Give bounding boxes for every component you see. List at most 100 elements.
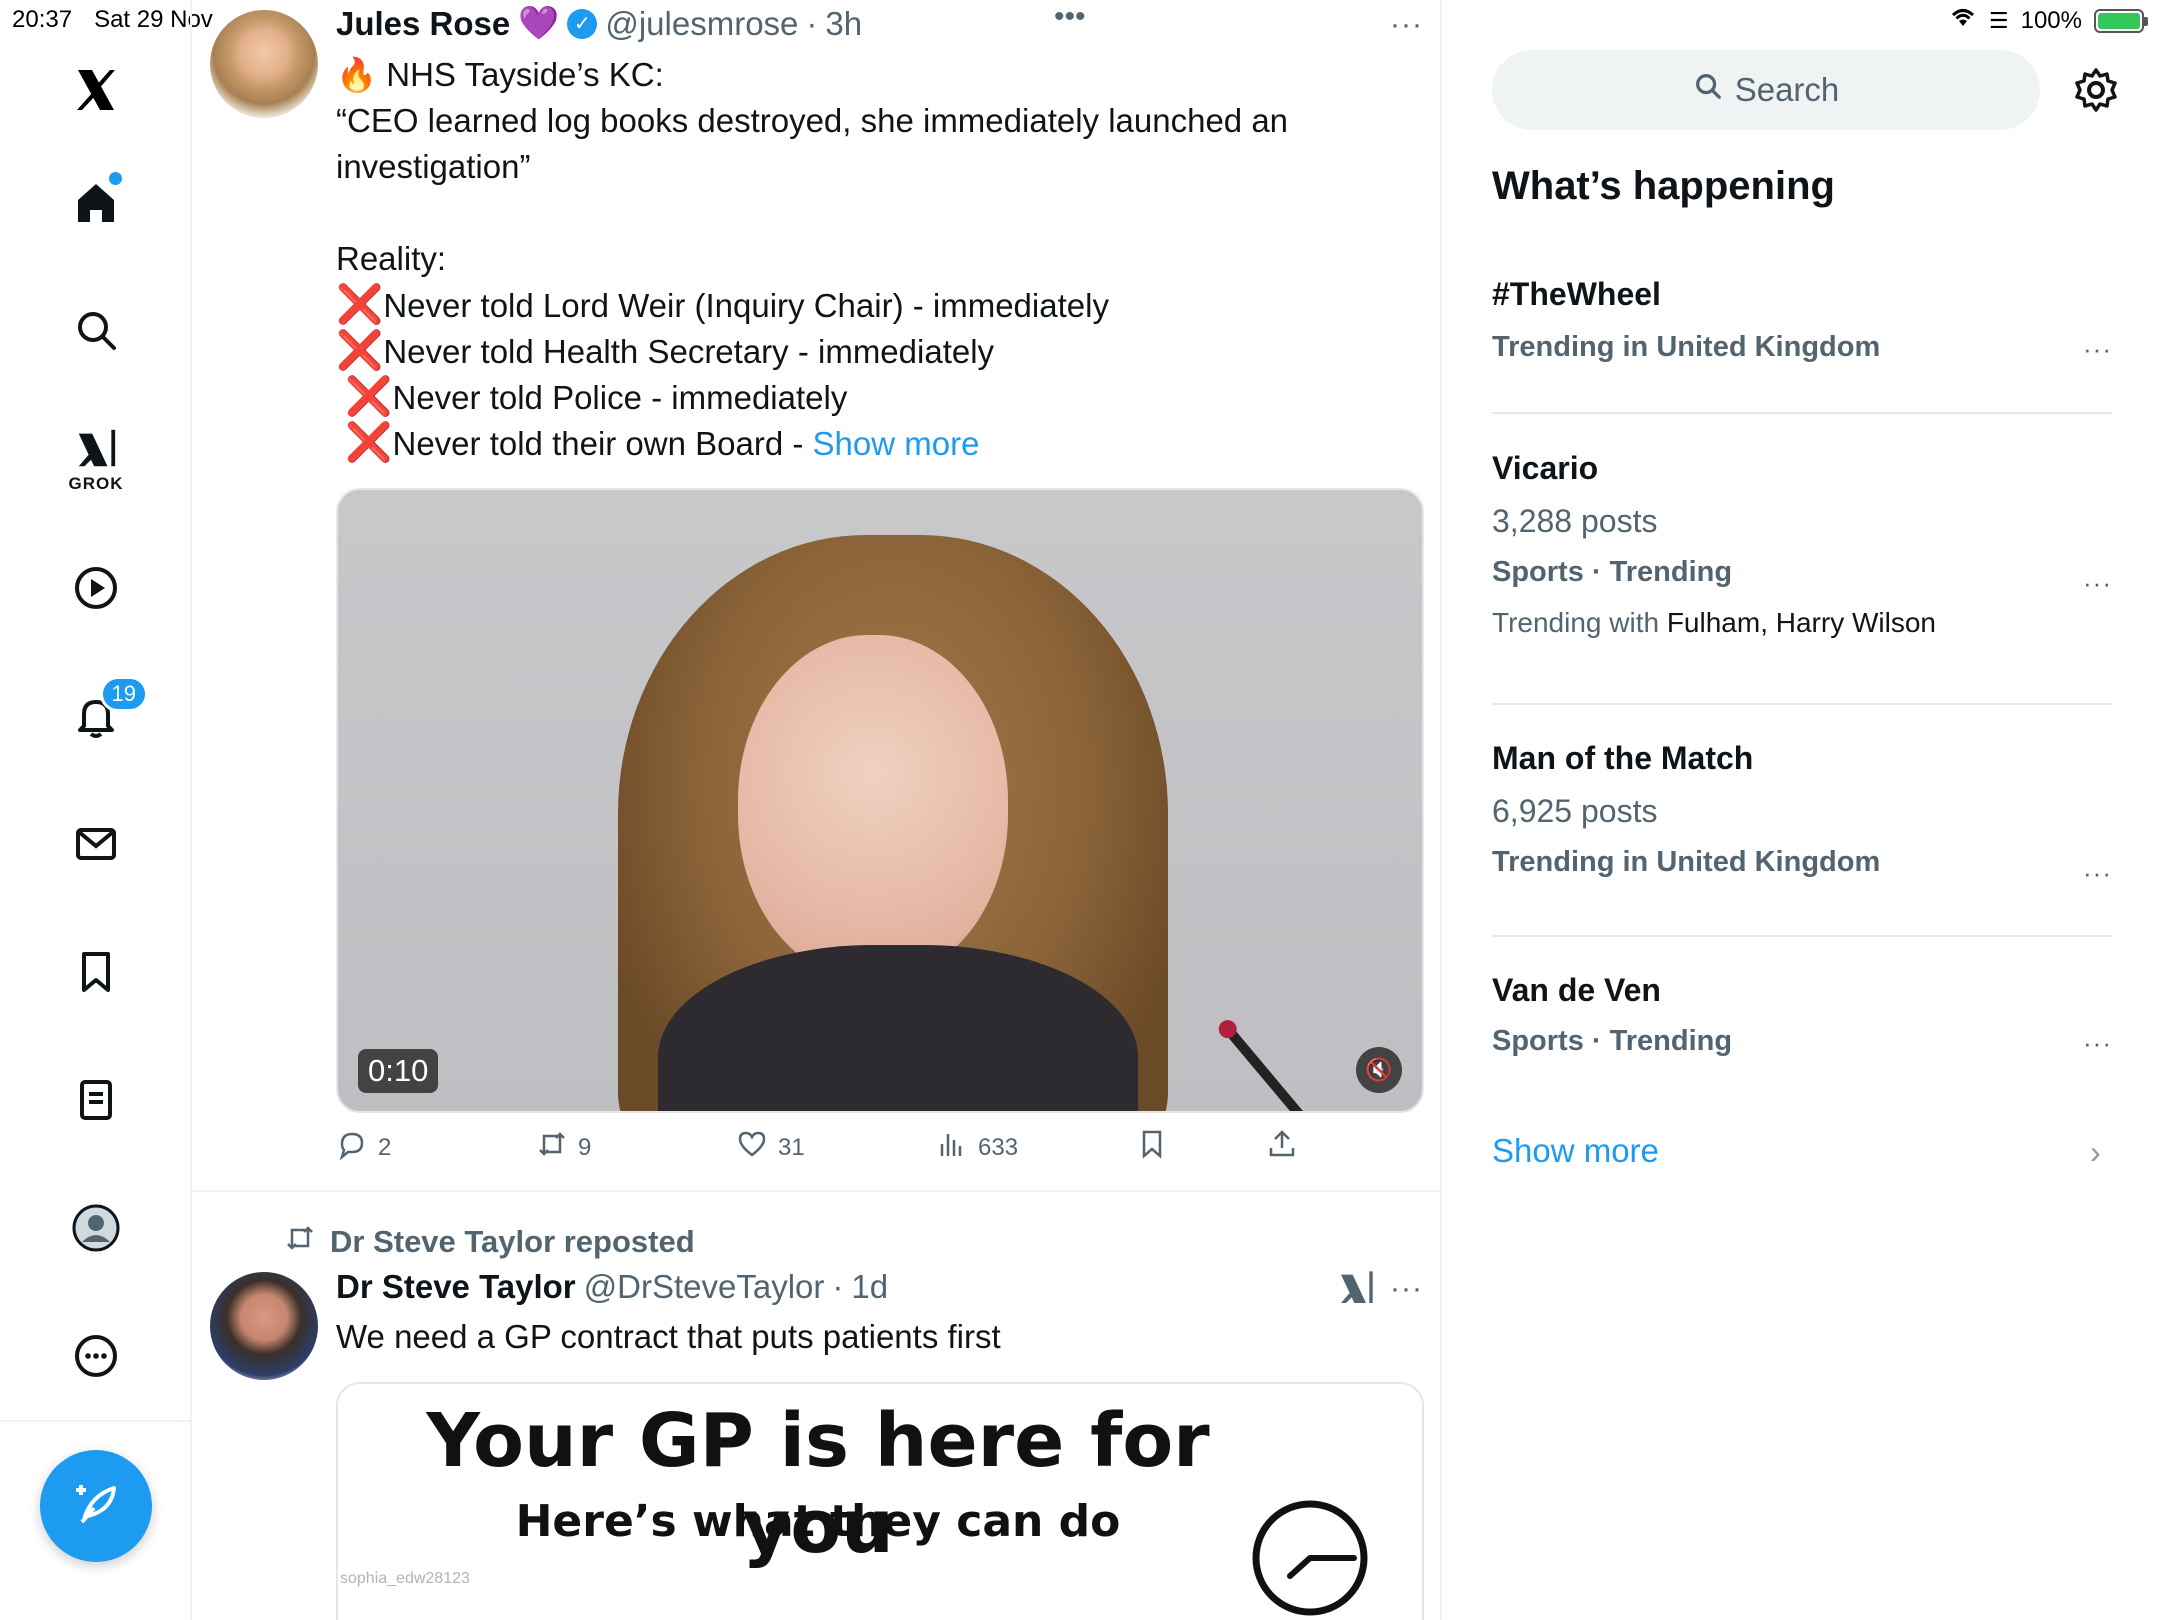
red-x-mark-icon: ❌	[345, 376, 393, 418]
tweet-line: “CEO learned log books destroyed, she im…	[336, 102, 1289, 139]
bookmark-icon	[1136, 1128, 1168, 1167]
trend-name: Vicario	[1492, 450, 1599, 486]
right-sidebar: Search What’s happening #TheWheel Trendi…	[1442, 0, 2160, 1620]
grok-icon[interactable]: GROK	[56, 410, 136, 510]
trend-more-button[interactable]: ···	[2083, 568, 2112, 599]
tweet-line: ❌Never told Lord Weir (Inquiry Chair) - …	[336, 282, 1386, 328]
trend-name: #TheWheel	[1492, 276, 1661, 312]
red-x-mark-icon: ❌	[336, 330, 384, 372]
share-button[interactable]	[1266, 1128, 1298, 1167]
repost-button[interactable]: 9	[536, 1128, 591, 1167]
trend-more-button[interactable]: ···	[2083, 858, 2112, 889]
video-duration: 0:10	[358, 1049, 439, 1093]
views-count: 633	[978, 1133, 1019, 1161]
reply-button[interactable]: 2	[336, 1128, 391, 1167]
verified-badge-icon: ✓	[567, 8, 598, 39]
author-name[interactable]: Jules Rose	[336, 5, 510, 43]
show-more-link[interactable]: Show more	[813, 425, 980, 462]
search-input[interactable]: Search	[1492, 50, 2040, 130]
red-x-mark-icon: ❌	[345, 422, 393, 464]
show-more-link[interactable]: Show more	[1492, 1132, 1659, 1170]
tweet-image[interactable]: Your GP is here for you Here’s what they…	[336, 1382, 1424, 1620]
avatar[interactable]	[210, 10, 318, 118]
tweet-more-button[interactable]: ···	[1390, 1272, 1423, 1306]
tweet-line: ❌Never told Police - immediately	[336, 374, 1386, 420]
purple-heart-emoji: 💜	[518, 4, 560, 41]
search-icon	[1693, 71, 1723, 109]
tweet-more-button[interactable]: ···	[1390, 8, 1423, 42]
red-x-mark-icon: ❌	[336, 284, 384, 326]
video-person-face	[738, 635, 1008, 980]
trend-divider	[1492, 935, 2112, 937]
tweet-line-text: Never told their own Board -	[392, 425, 813, 462]
trend-meta: Sports · Trending	[1492, 1025, 1733, 1057]
heart-icon	[736, 1128, 768, 1167]
video-icon[interactable]	[56, 548, 136, 628]
home-icon[interactable]	[56, 162, 136, 242]
trend-item[interactable]: Van de Ven Sports · Trending ···	[1492, 972, 2112, 1058]
mute-toggle-icon[interactable]: 🔇	[1356, 1047, 1402, 1093]
nav-divider	[0, 1420, 192, 1422]
compose-post-button[interactable]	[40, 1450, 152, 1562]
trend-posts: 3,288 posts	[1492, 503, 1658, 539]
trend-with-label: Trending with	[1492, 607, 1660, 638]
x-logo-icon[interactable]	[56, 50, 136, 130]
bookmark-button[interactable]	[1136, 1128, 1168, 1167]
reply-count: 2	[378, 1133, 392, 1161]
bookmarks-icon[interactable]	[56, 932, 136, 1012]
views-chart-icon	[936, 1128, 968, 1167]
avatar[interactable]	[210, 1272, 318, 1380]
grok-label: GROK	[68, 474, 124, 493]
trend-more-button[interactable]: ···	[2083, 334, 2112, 365]
separator-dot: ·	[832, 1268, 844, 1305]
tweet-video[interactable]: 0:10 🔇	[336, 488, 1424, 1113]
image-subtitle: Here’s what they can do	[515, 1496, 1121, 1547]
compose-feather-icon	[68, 1476, 124, 1537]
post-time[interactable]: 3h	[825, 5, 862, 43]
like-button[interactable]: 31	[736, 1128, 805, 1167]
reposted-by[interactable]: Dr Steve Taylor reposted	[284, 1222, 695, 1262]
repost-count: 9	[578, 1133, 592, 1161]
whats-happening-title: What’s happening	[1492, 164, 1835, 208]
tweet-actions: 2 9 31 633	[336, 1128, 1396, 1178]
trend-posts: 6,925 posts	[1492, 793, 1658, 829]
tweet-line-text: Never told Lord Weir (Inquiry Chair) - i…	[383, 287, 1109, 324]
profile-icon[interactable]	[56, 1188, 136, 1268]
tweet-line: investigation”	[336, 148, 531, 185]
more-options-icon[interactable]	[56, 1316, 136, 1396]
trend-divider	[1492, 703, 2112, 705]
author-handle[interactable]: @DrSteveTaylor	[584, 1268, 825, 1306]
trend-item[interactable]: Man of the Match 6,925 posts Trending in…	[1492, 740, 2112, 888]
tweet-line: 🔥 NHS Tayside’s KC:	[336, 56, 664, 93]
image-watermark: sophia_edw28123	[340, 1570, 470, 1587]
clock-icon	[1252, 1500, 1368, 1616]
trend-meta: Trending in United Kingdom	[1492, 846, 1881, 878]
trend-item[interactable]: Vicario 3,288 posts Sports · Trending Tr…	[1492, 450, 2112, 639]
chevron-right-icon[interactable]: ›	[2090, 1134, 2101, 1171]
tweet-body: We need a GP contract that puts patients…	[336, 1318, 1001, 1355]
author-name[interactable]: Dr Steve Taylor	[336, 1268, 576, 1306]
tweet-jules-rose[interactable]: Jules Rose 💜 ✓ @julesmrose · 3h ··· 🔥 NH…	[192, 0, 1440, 1192]
grok-icon[interactable]	[1336, 1268, 1376, 1313]
trend-meta: Trending in United Kingdom	[1492, 331, 1881, 363]
trend-item[interactable]: #TheWheel Trending in United Kingdom ···	[1492, 276, 2112, 364]
author-handle[interactable]: @julesmrose	[605, 5, 798, 43]
notifications-bell-icon[interactable]: 19	[56, 676, 148, 756]
tweet-line: Reality:	[336, 240, 447, 277]
home-new-dot	[109, 172, 122, 185]
trend-with-names: Fulham, Harry Wilson	[1666, 607, 1936, 638]
trend-with: Trending with Fulham, Harry Wilson	[1492, 607, 2112, 639]
settings-gear-icon[interactable]	[2072, 66, 2120, 114]
trend-more-button[interactable]: ···	[2083, 1028, 2112, 1059]
tweet-body: 🔥 NHS Tayside’s KC: “CEO learned log boo…	[336, 52, 1386, 466]
reposted-by-label: Dr Steve Taylor reposted	[330, 1224, 695, 1259]
views-button[interactable]: 633	[936, 1128, 1018, 1167]
lists-icon[interactable]	[56, 1060, 136, 1140]
share-icon	[1266, 1128, 1298, 1167]
reply-icon	[336, 1128, 368, 1167]
search-icon[interactable]	[56, 290, 136, 370]
post-time[interactable]: 1d	[851, 1268, 888, 1306]
tweet-line: ❌Never told their own Board - Show more	[336, 420, 1386, 466]
repost-small-icon	[284, 1222, 316, 1262]
messages-mail-icon[interactable]	[56, 804, 136, 884]
